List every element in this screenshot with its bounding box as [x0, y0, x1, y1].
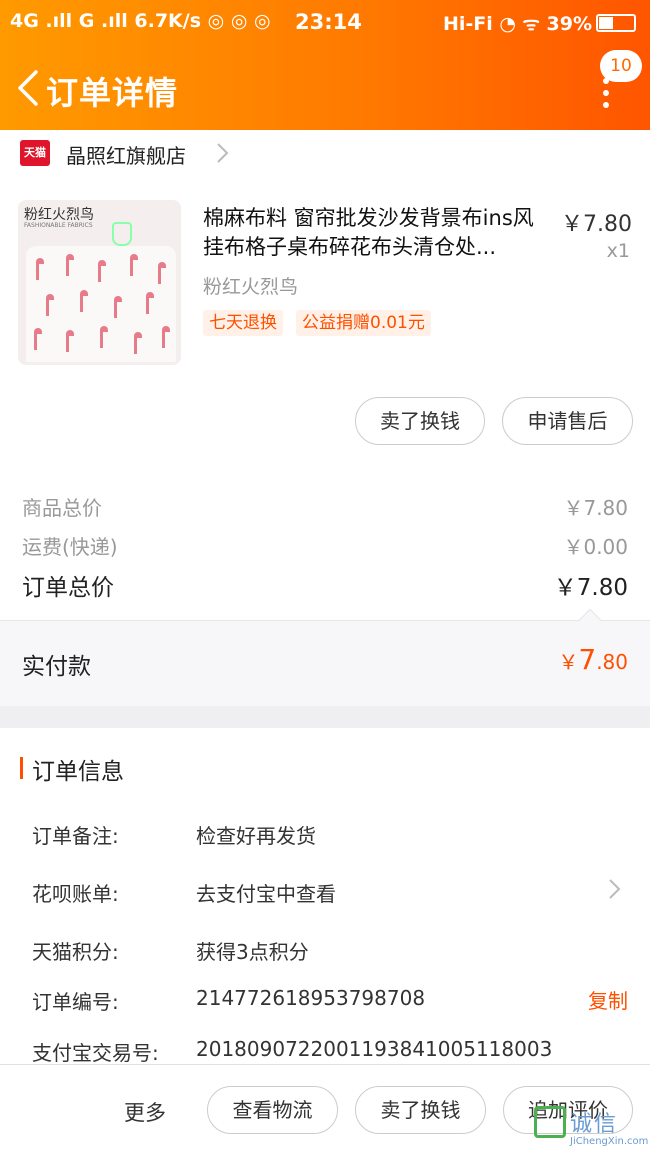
product-image-caption: 粉红火烈鸟	[24, 207, 94, 223]
goods-total-value: ￥7.80	[563, 496, 628, 520]
copy-order-number-button[interactable]: 复制	[588, 985, 628, 1014]
watermark-logo: 诚信 JiChengXin.com	[530, 1100, 650, 1155]
paid-value: ￥7.80	[558, 643, 628, 676]
paid-label: 实付款	[22, 654, 91, 680]
more-button[interactable]: 更多	[124, 1097, 166, 1127]
battery-icon	[596, 14, 636, 32]
view-logistics-button[interactable]: 查看物流	[207, 1086, 338, 1134]
section-divider	[0, 706, 650, 728]
note-value: 检查好再发货	[196, 824, 316, 848]
product-price: ￥7.80	[561, 212, 632, 237]
status-right: Hi-Fi ◔ ᯤ 39%	[443, 10, 636, 36]
paid-integer: 7	[578, 643, 597, 676]
huabei-label: 花呗账单:	[32, 882, 119, 906]
watermark-text: 诚信	[570, 1112, 619, 1137]
order-number-label: 订单编号:	[32, 990, 119, 1014]
alipay-trade-value: 2018090722001193841005118003	[196, 1037, 553, 1061]
back-arrow-icon[interactable]	[14, 70, 42, 106]
shop-row[interactable]: 天猫 晶照红旗舰店	[0, 130, 650, 178]
points-value: 获得3点积分	[196, 940, 309, 964]
product-image-subcaption: FASHIONABLE FABRICS	[24, 222, 93, 229]
status-left: 4G .ıll G .ıll 6.7K/s ◎ ◎ ◎	[10, 10, 271, 32]
page-title: 订单详情	[46, 74, 179, 112]
chevron-right-icon[interactable]	[608, 878, 622, 900]
order-number-value: 214772618953798708	[196, 986, 426, 1010]
order-total-label: 订单总价	[22, 575, 114, 601]
product-title[interactable]: 棉麻布料 窗帘批发沙发背景布ins风挂布格子桌布碎花布头清仓处...	[203, 204, 549, 262]
shipping-value: ￥0.00	[563, 535, 628, 559]
message-count-badge[interactable]: 10	[600, 50, 642, 82]
tablecloth-graphic	[26, 246, 176, 362]
nav-bar: 订单详情 10	[0, 50, 650, 126]
sell-button[interactable]: 卖了换钱	[355, 1086, 486, 1134]
more-menu-icon[interactable]	[596, 78, 616, 124]
status-time: 23:14	[295, 10, 362, 34]
goods-total-label: 商品总价	[22, 496, 102, 520]
status-bar: 4G .ıll G .ıll 6.7K/s ◎ ◎ ◎ 23:14 Hi-Fi …	[0, 0, 650, 44]
sell-item-button[interactable]: 卖了换钱	[355, 397, 485, 445]
header: 4G .ıll G .ıll 6.7K/s ◎ ◎ ◎ 23:14 Hi-Fi …	[0, 0, 650, 130]
points-label: 天猫积分:	[32, 940, 119, 964]
order-total-value: ￥7.80	[553, 575, 628, 601]
chevron-right-icon	[217, 143, 229, 163]
note-label: 订单备注:	[32, 824, 119, 848]
status-right-text: Hi-Fi ◔ ᯤ 39%	[442, 13, 592, 35]
paid-amount-box: 实付款 ￥7.80	[0, 608, 650, 706]
order-info-title: 订单信息	[32, 759, 124, 785]
product-quantity: x1	[606, 240, 630, 262]
vase-graphic	[112, 222, 132, 246]
watermark-url: JiChengXin.com	[570, 1136, 649, 1147]
paid-currency: ￥	[558, 650, 579, 674]
section-accent-bar	[20, 757, 23, 779]
paid-decimal: .80	[596, 650, 628, 674]
watermark-icon	[534, 1106, 566, 1138]
shipping-label: 运费(快递)	[22, 535, 118, 559]
after-sale-button[interactable]: 申请售后	[502, 397, 633, 445]
alipay-trade-label: 支付宝交易号:	[32, 1041, 159, 1065]
charity-tag: 公益捐赠0.01元	[296, 310, 431, 336]
tmall-logo-icon: 天猫	[20, 140, 50, 166]
paid-box-notch	[578, 608, 602, 632]
shop-name[interactable]: 晶照红旗舰店	[66, 140, 186, 169]
huabei-value[interactable]: 去支付宝中查看	[196, 878, 336, 907]
product-image[interactable]: 粉红火烈鸟 FASHIONABLE FABRICS	[18, 200, 181, 365]
return-policy-tag: 七天退换	[203, 310, 283, 336]
product-sku: 粉红火烈鸟	[203, 276, 299, 298]
